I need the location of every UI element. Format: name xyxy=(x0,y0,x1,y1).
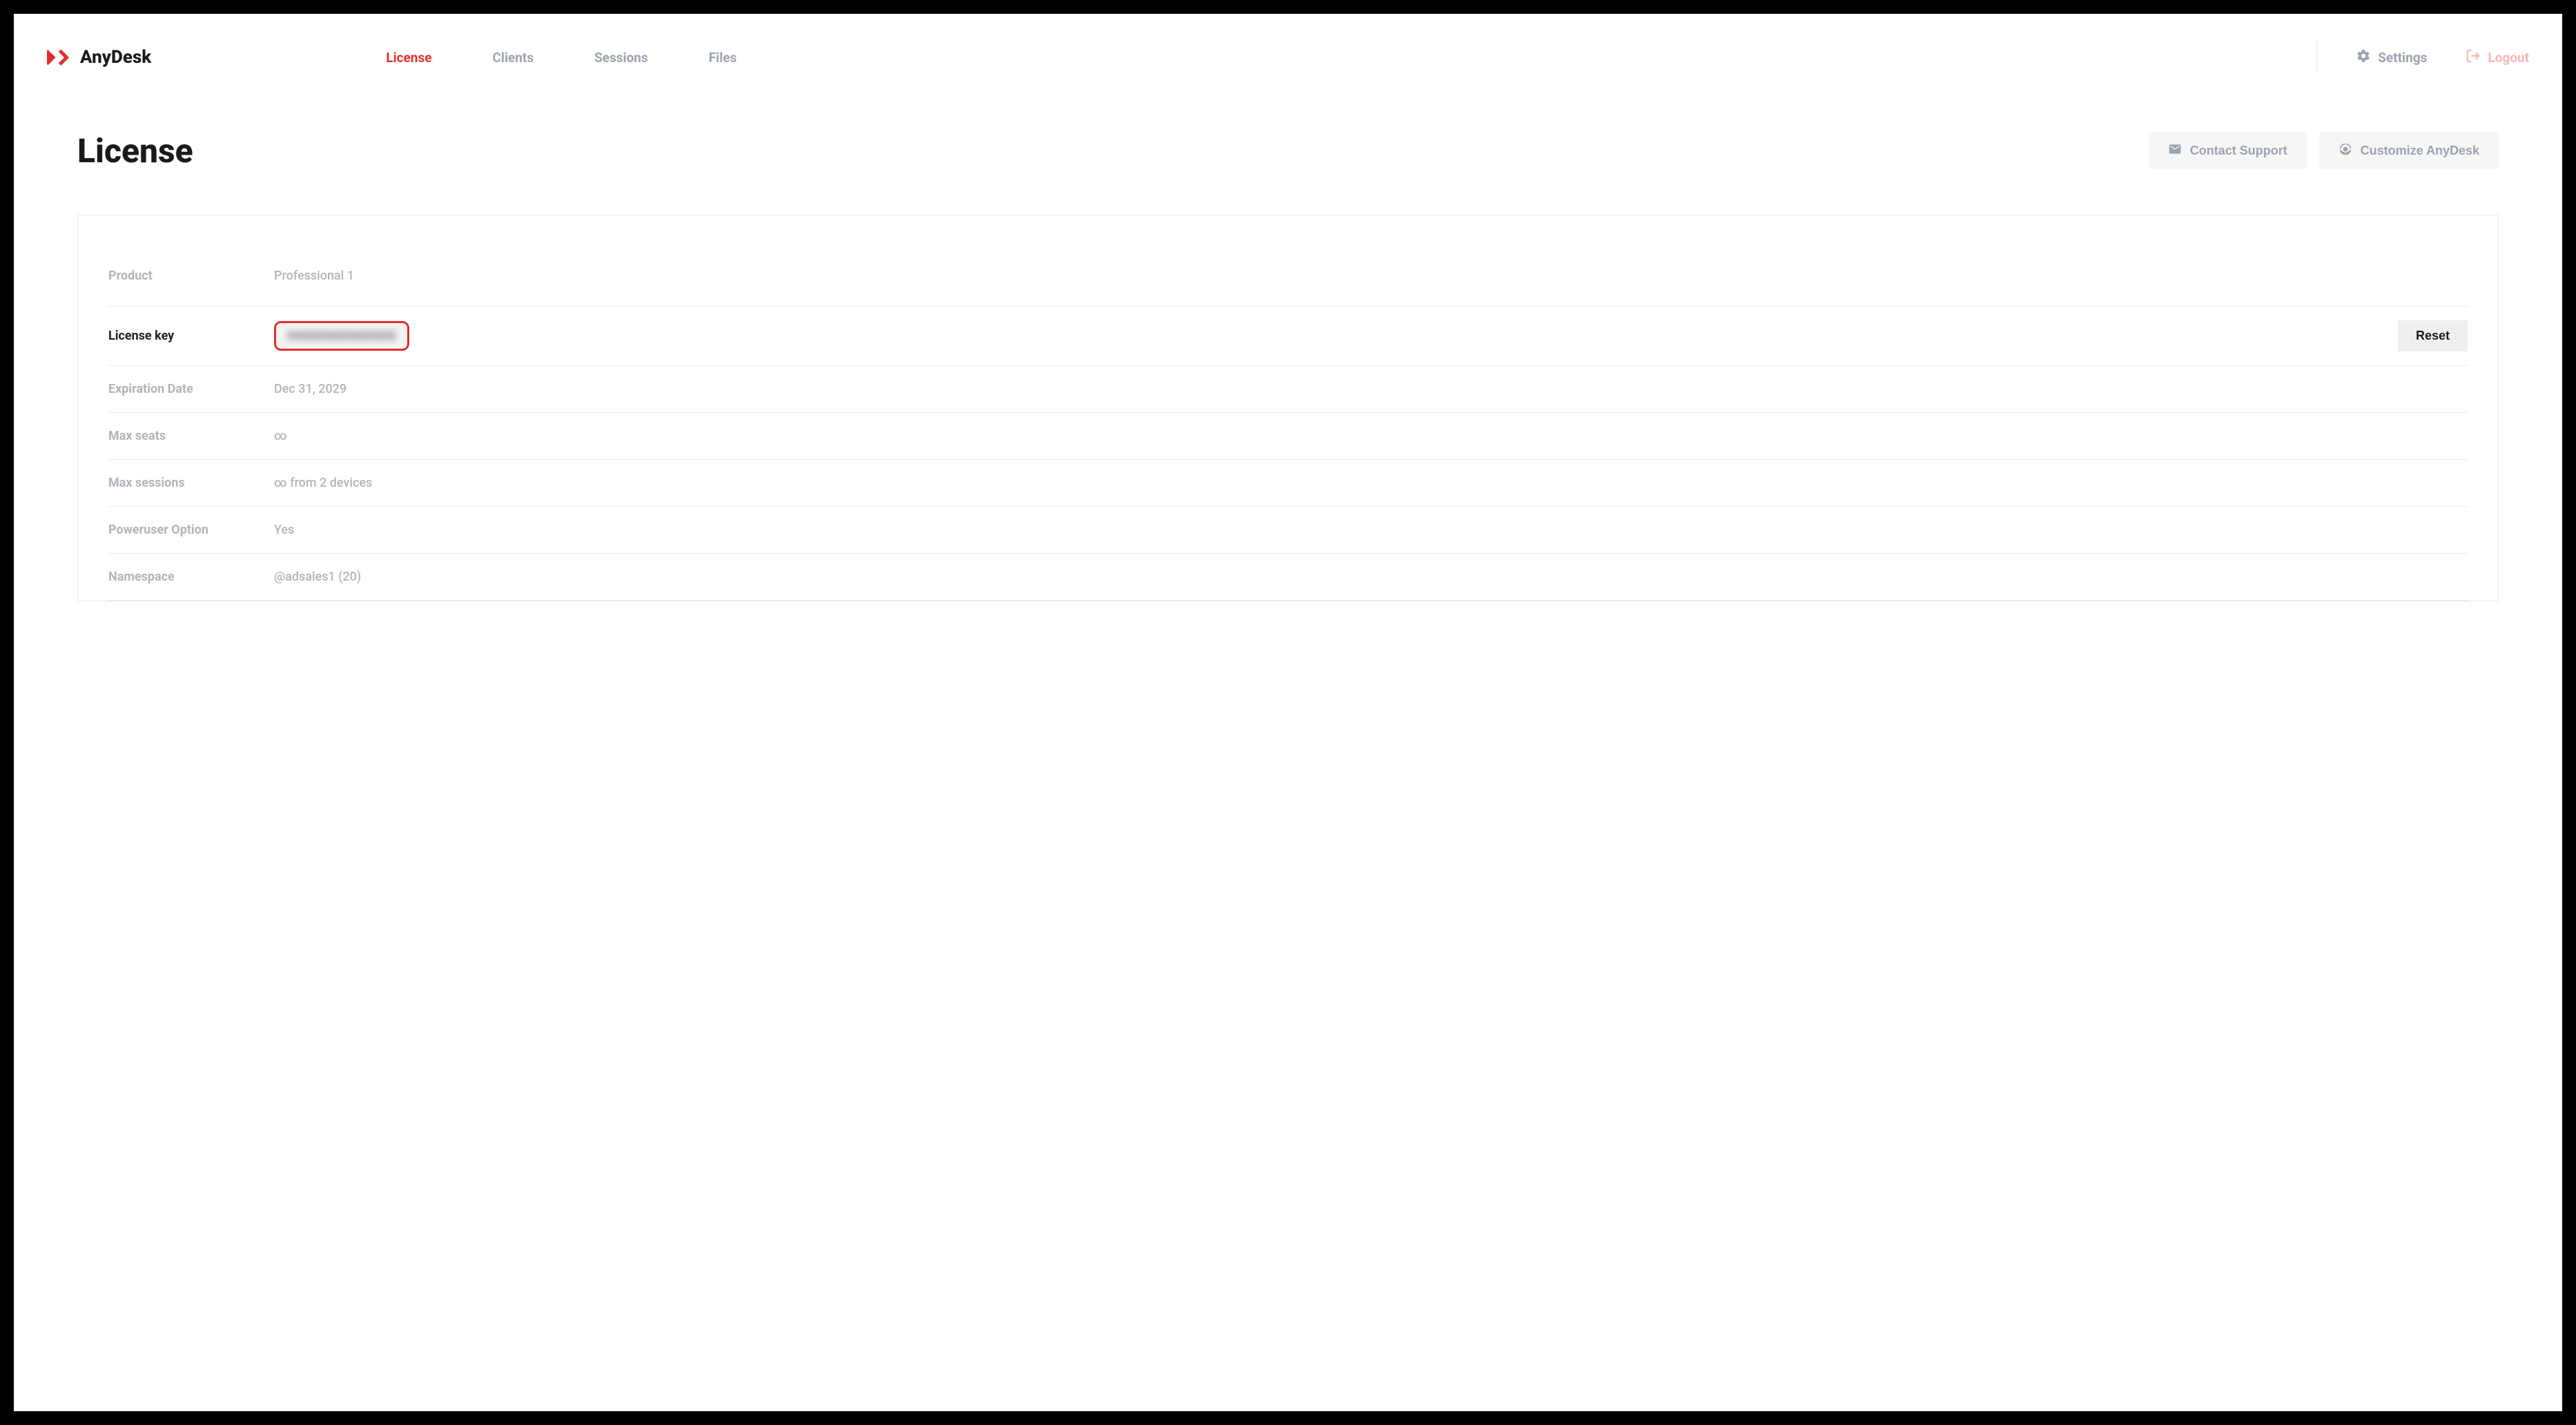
label-poweruser: Poweruser Option xyxy=(108,523,274,537)
content: License Contact Support Customize AnyDes… xyxy=(14,90,2562,601)
contact-support-label: Contact Support xyxy=(2190,144,2287,158)
row-poweruser: Poweruser Option Yes xyxy=(108,507,2468,554)
value-expiration: Dec 31, 2029 xyxy=(274,382,2468,396)
value-namespace: @adsales1 (20) xyxy=(274,570,2468,584)
logout-icon xyxy=(2466,48,2481,67)
main-nav: License Clients Sessions Files xyxy=(386,50,736,66)
value-product: Professional 1 xyxy=(274,269,2468,283)
license-card: Product Professional 1 License key XXXXX… xyxy=(77,215,2499,601)
page-title: License xyxy=(77,131,193,171)
customize-icon xyxy=(2339,142,2352,159)
nav-settings[interactable]: Settings xyxy=(2356,48,2427,67)
settings-label: Settings xyxy=(2378,50,2427,66)
value-license-key: XXXXXXXXXXXXXX xyxy=(274,321,2398,351)
label-max-seats: Max seats xyxy=(108,429,274,443)
nav-divider xyxy=(2316,41,2317,73)
value-max-sessions: ∞ from 2 devices xyxy=(274,476,2468,490)
row-namespace: Namespace @adsales1 (20) xyxy=(108,554,2468,601)
nav-files[interactable]: Files xyxy=(709,50,737,66)
label-expiration: Expiration Date xyxy=(108,382,274,396)
nav-sessions[interactable]: Sessions xyxy=(594,50,648,66)
brand-name: AnyDesk xyxy=(80,47,151,68)
anydesk-logo-icon xyxy=(47,48,75,67)
contact-support-button[interactable]: Contact Support xyxy=(2149,133,2307,169)
app-window: AnyDesk License Clients Sessions Files S… xyxy=(14,14,2562,1411)
page-head: License Contact Support Customize AnyDes… xyxy=(77,131,2499,171)
value-max-seats: ∞ xyxy=(274,429,2468,443)
license-key-highlight: XXXXXXXXXXXXXX xyxy=(274,321,409,351)
topbar: AnyDesk License Clients Sessions Files S… xyxy=(14,14,2562,90)
nav-license[interactable]: License xyxy=(386,50,431,66)
license-key-blurred: XXXXXXXXXXXXXX xyxy=(287,329,396,343)
label-license-key: License key xyxy=(108,329,274,343)
nav-clients[interactable]: Clients xyxy=(492,50,534,66)
label-namespace: Namespace xyxy=(108,570,274,584)
customize-label: Customize AnyDesk xyxy=(2361,144,2479,158)
customize-anydesk-button[interactable]: Customize AnyDesk xyxy=(2319,133,2499,169)
nav-right: Settings Logout xyxy=(2316,41,2529,73)
logo[interactable]: AnyDesk xyxy=(47,47,151,68)
row-max-seats: Max seats ∞ xyxy=(108,413,2468,460)
value-poweruser: Yes xyxy=(274,523,2468,537)
reset-button[interactable]: Reset xyxy=(2398,320,2468,351)
nav-logout[interactable]: Logout xyxy=(2466,48,2529,67)
label-product: Product xyxy=(108,269,274,283)
mail-icon xyxy=(2168,142,2182,159)
row-product: Product Professional 1 xyxy=(108,260,2468,307)
logout-label: Logout xyxy=(2488,50,2529,66)
label-max-sessions: Max sessions xyxy=(108,476,274,490)
gear-icon xyxy=(2356,48,2371,67)
page-actions: Contact Support Customize AnyDesk xyxy=(2149,133,2499,169)
row-license-key: License key XXXXXXXXXXXXXX Reset xyxy=(108,307,2468,366)
row-max-sessions: Max sessions ∞ from 2 devices xyxy=(108,460,2468,507)
license-key-action: Reset xyxy=(2398,320,2468,351)
row-expiration: Expiration Date Dec 31, 2029 xyxy=(108,366,2468,413)
